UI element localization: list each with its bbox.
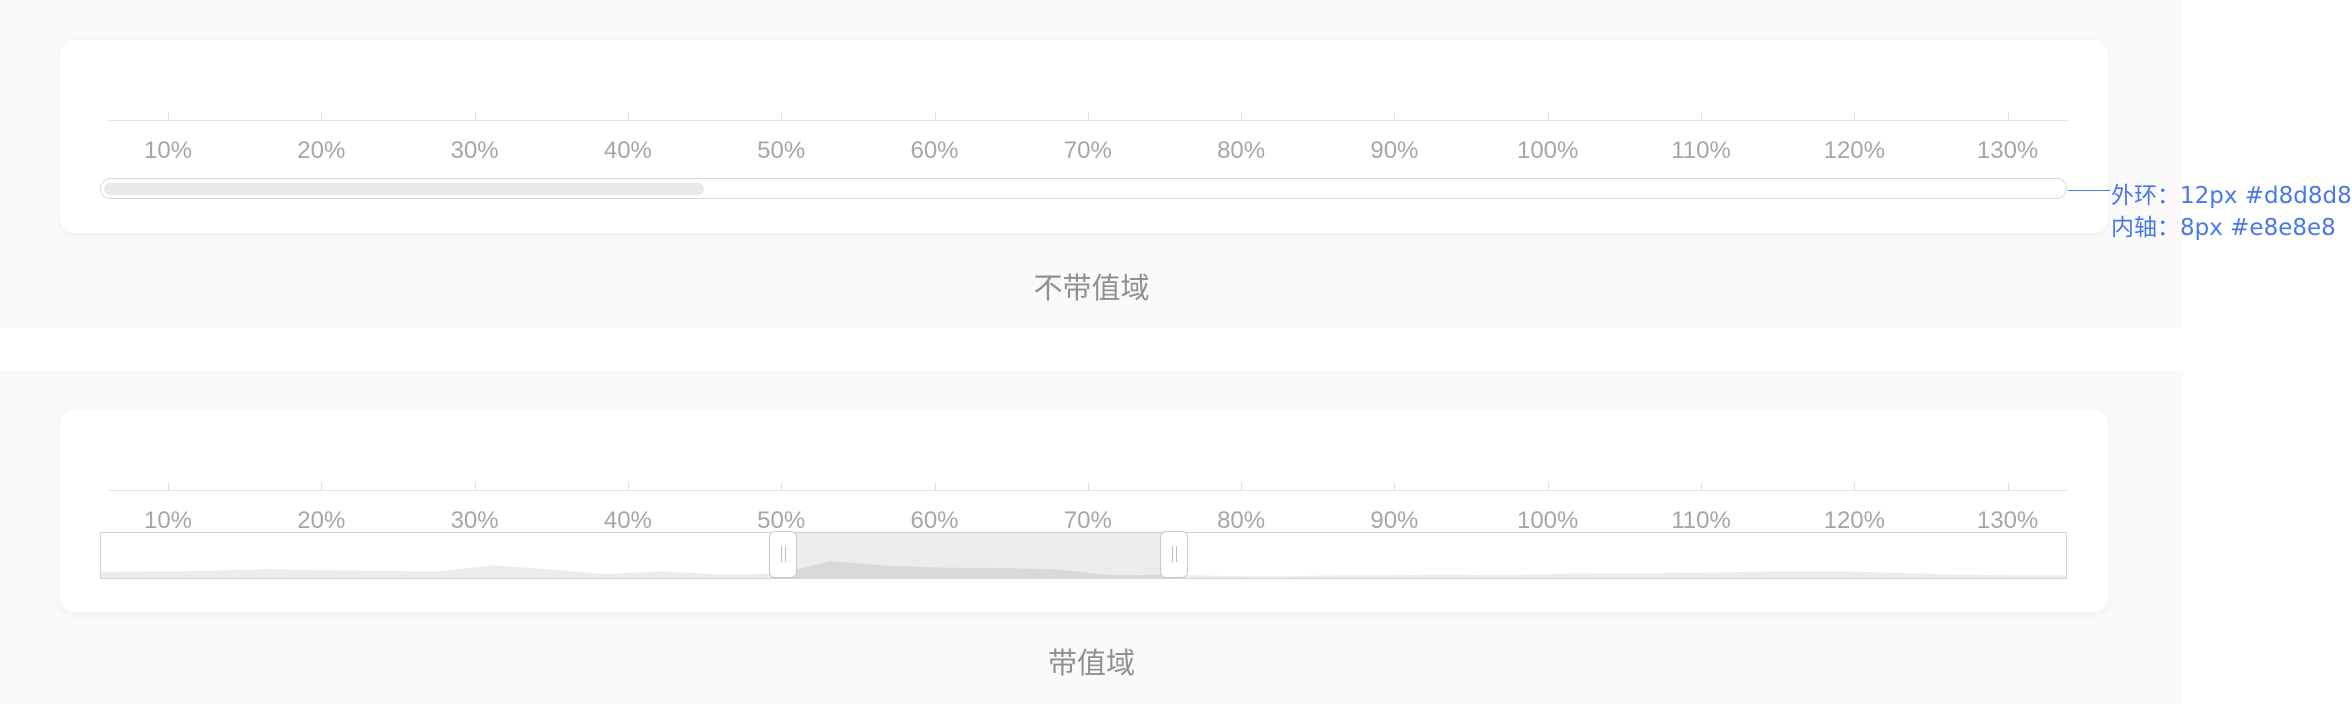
- axis-tick: [1701, 112, 1702, 121]
- brush-with-range-section: 10% 20% 30% 40% 50% 60% 70% 80% 90% 100% 110% 120% 1…: [0, 370, 2183, 704]
- axis-tick: [781, 112, 783, 121]
- axis-tick: [934, 482, 936, 491]
- range-brush[interactable]: [100, 531, 2067, 579]
- caption-no-range: 不带值域: [1033, 271, 1150, 305]
- axis-tick: [1701, 482, 1702, 491]
- scrollbar-thumb[interactable]: [104, 183, 705, 195]
- range-start-handle[interactable]: [768, 531, 797, 578]
- axis-tick: [1547, 112, 1549, 121]
- axis-tick-label: 30%: [450, 137, 499, 164]
- axis-tick-label: 70%: [1063, 507, 1112, 534]
- axis-tick: [934, 112, 936, 121]
- annotation-leader-line: [2068, 190, 2110, 191]
- annotation-inner-axis: 内轴：8px #e8e8e8: [2111, 215, 2336, 241]
- axis-tick: [168, 112, 169, 121]
- axis-tick-label: 120%: [1823, 507, 1885, 534]
- axis-tick-label: 20%: [297, 507, 346, 534]
- axis-tick-label: 50%: [757, 137, 806, 164]
- axis-tick-label: 110%: [1671, 137, 1731, 164]
- axis-tick: [1547, 482, 1549, 491]
- annotation-outer-ring: 外环：12px #d8d8d8: [2111, 183, 2352, 209]
- range-end-handle[interactable]: [1159, 531, 1188, 578]
- axis-tick-label: 20%: [297, 137, 346, 164]
- percent-axis: 10% 20% 30% 40% 50% 60% 70% 80% 90% 100% 110% 120% 1…: [108, 112, 2068, 164]
- axis-tick: [1087, 482, 1089, 491]
- axis-tick-label: 100%: [1516, 507, 1579, 534]
- axis-tick-label: 70%: [1063, 137, 1112, 164]
- axis-tick: [168, 482, 169, 491]
- axis-tick: [474, 112, 476, 121]
- axis-tick-label: 30%: [450, 507, 499, 534]
- axis-tick: [1241, 482, 1243, 491]
- handle-grip-icon: [1175, 546, 1177, 562]
- brush-card: 10% 20% 30% 40% 50% 60% 70% 80% 90% 100% 110% 120% 1…: [60, 410, 2108, 612]
- axis-tick-label: 10%: [143, 137, 193, 164]
- axis-tick: [1854, 112, 1856, 121]
- axis-tick-label: 60%: [910, 507, 959, 534]
- axis-tick-label: 90%: [1370, 137, 1419, 164]
- axis-tick-label: 40%: [603, 137, 652, 164]
- axis-tick-label: 110%: [1671, 507, 1731, 534]
- axis-tick: [2007, 482, 2009, 491]
- axis-tick-label: 80%: [1217, 507, 1266, 534]
- axis-tick: [627, 482, 629, 491]
- axis-tick-label: 90%: [1370, 507, 1419, 534]
- scrollbar-card: 10% 20% 30% 40% 50% 60% 70% 80% 90% 100% 110% 120% 1…: [60, 40, 2108, 233]
- axis-tick-label: 40%: [603, 507, 652, 534]
- handle-grip-icon: [1171, 546, 1173, 562]
- axis-tick: [1854, 482, 1856, 491]
- axis-tick-label: 60%: [910, 137, 959, 164]
- brush-area-chart: [101, 533, 2066, 578]
- axis-tick: [1394, 482, 1396, 491]
- percent-axis: 10% 20% 30% 40% 50% 60% 70% 80% 90% 100% 110% 120% 1…: [108, 482, 2068, 534]
- axis-tick: [2007, 112, 2009, 121]
- scrollbar-track[interactable]: [100, 178, 2067, 199]
- axis-tick: [474, 482, 476, 491]
- axis-tick: [321, 482, 323, 491]
- caption-with-range: 带值域: [1047, 646, 1135, 680]
- axis-tick: [321, 112, 323, 121]
- axis-tick-label: 80%: [1217, 137, 1266, 164]
- axis-tick: [1241, 112, 1243, 121]
- axis-tick-label: 100%: [1516, 137, 1579, 164]
- scrollbar-no-range-section: 10% 20% 30% 40% 50% 60% 70% 80% 90% 100% 110% 120% 1…: [0, 0, 2183, 328]
- axis-tick-label: 130%: [1976, 137, 2039, 164]
- handle-grip-icon: [784, 546, 786, 562]
- handle-grip-icon: [780, 546, 782, 562]
- axis-tick: [627, 112, 629, 121]
- axis-tick-label: 10%: [143, 507, 193, 534]
- axis-tick-label: 130%: [1976, 507, 2039, 534]
- axis-tick-label: 120%: [1823, 137, 1885, 164]
- axis-tick: [781, 482, 783, 491]
- axis-tick: [1394, 112, 1396, 121]
- axis-tick: [1087, 112, 1089, 121]
